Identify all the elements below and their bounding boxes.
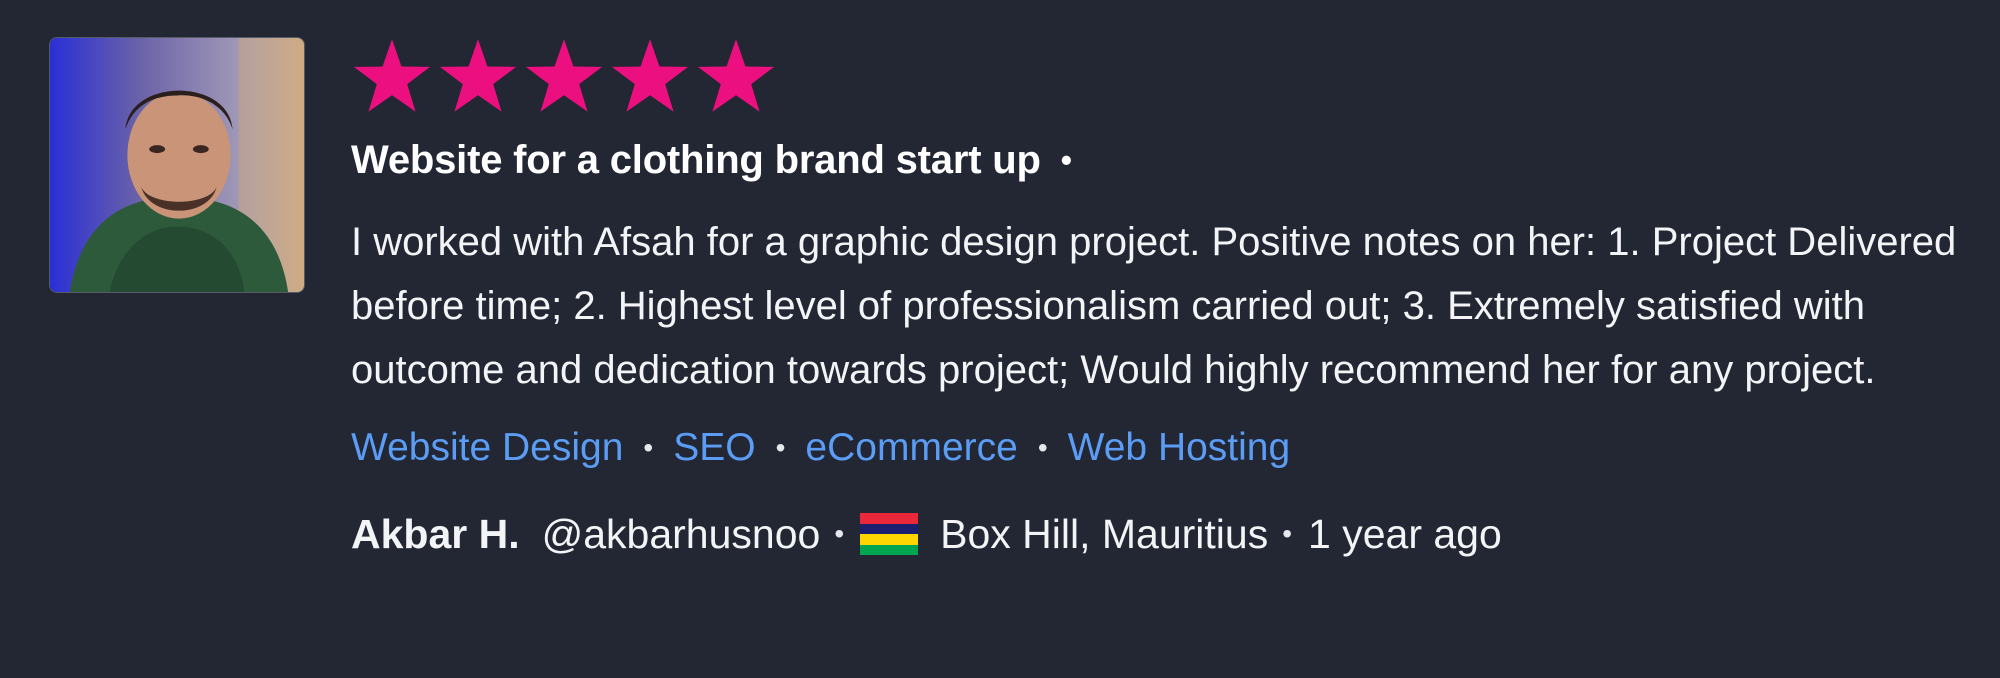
review-title[interactable]: Website for a clothing brand start up bbox=[351, 138, 1041, 183]
review-content: Website for a clothing brand start up • … bbox=[351, 36, 1981, 562]
tag-separator: • bbox=[775, 432, 786, 463]
star-icon bbox=[695, 36, 777, 116]
tag-separator: • bbox=[1037, 432, 1048, 463]
tag-separator: • bbox=[643, 432, 654, 463]
reviewer-location: Box Hill, Mauritius bbox=[940, 510, 1269, 557]
reviewer-handle[interactable]: @akbarhusnoo bbox=[542, 511, 821, 558]
star-icon bbox=[437, 36, 519, 116]
tag-ecommerce[interactable]: eCommerce bbox=[805, 426, 1017, 470]
mauritius-flag-icon bbox=[860, 513, 919, 555]
meta-separator: • bbox=[1282, 518, 1293, 549]
star-icon bbox=[609, 36, 691, 116]
star-icon bbox=[523, 36, 605, 116]
star-icon bbox=[351, 36, 433, 116]
review-card: Website for a clothing brand start up • … bbox=[0, 0, 2000, 678]
meta-separator: • bbox=[834, 518, 845, 549]
reviewer-avatar[interactable] bbox=[49, 37, 305, 293]
review-time: 1 year ago bbox=[1308, 510, 1502, 557]
review-title-row: Website for a clothing brand start up • bbox=[351, 136, 1981, 184]
reviewer-meta: Akbar H. @akbarhusnoo • Box Hill, Maurit… bbox=[351, 506, 1981, 562]
tag-seo[interactable]: SEO bbox=[673, 426, 755, 470]
review-body: I worked with Afsah for a graphic design… bbox=[351, 220, 1957, 392]
tag-web-hosting[interactable]: Web Hosting bbox=[1068, 426, 1291, 470]
title-separator: • bbox=[1060, 141, 1072, 178]
tag-website-design[interactable]: Website Design bbox=[351, 426, 623, 470]
star-rating bbox=[351, 36, 1981, 116]
reviewer-name[interactable]: Akbar H. bbox=[351, 511, 520, 558]
service-tags: Website Design • SEO • eCommerce • Web H… bbox=[351, 422, 1981, 474]
